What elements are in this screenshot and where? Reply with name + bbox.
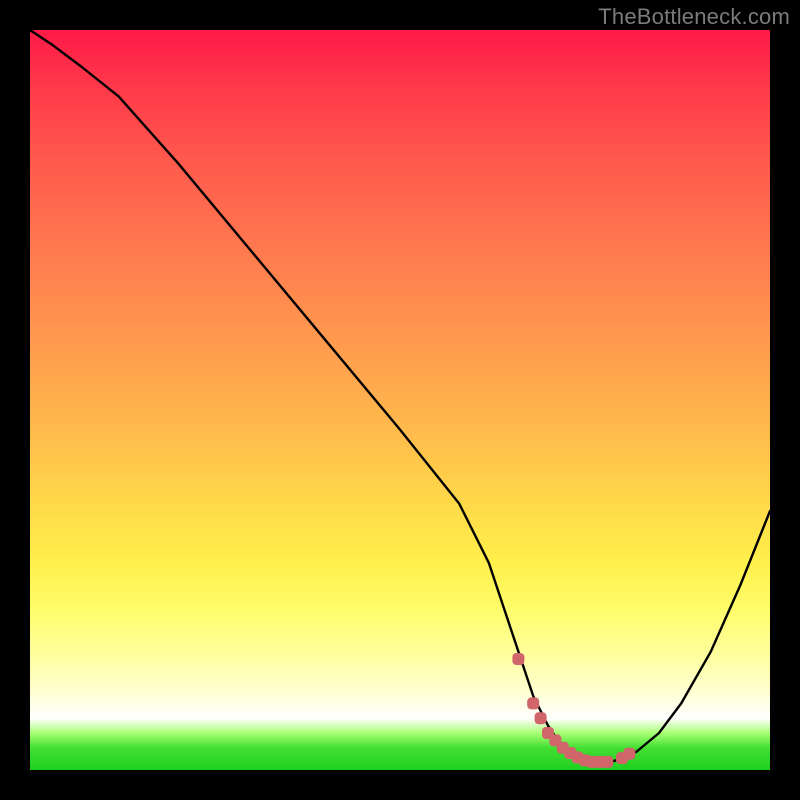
optimal-zone-marker	[513, 654, 524, 665]
optimal-zone-marker	[602, 756, 613, 767]
bottleneck-curve-path	[30, 30, 770, 763]
optimal-zone-marker	[535, 713, 546, 724]
optimal-zone-markers	[513, 654, 635, 768]
optimal-zone-marker	[528, 698, 539, 709]
optimal-zone-marker	[624, 748, 635, 759]
chart-frame: TheBottleneck.com	[0, 0, 800, 800]
plot-area	[30, 30, 770, 770]
watermark-text: TheBottleneck.com	[598, 4, 790, 30]
chart-svg	[30, 30, 770, 770]
